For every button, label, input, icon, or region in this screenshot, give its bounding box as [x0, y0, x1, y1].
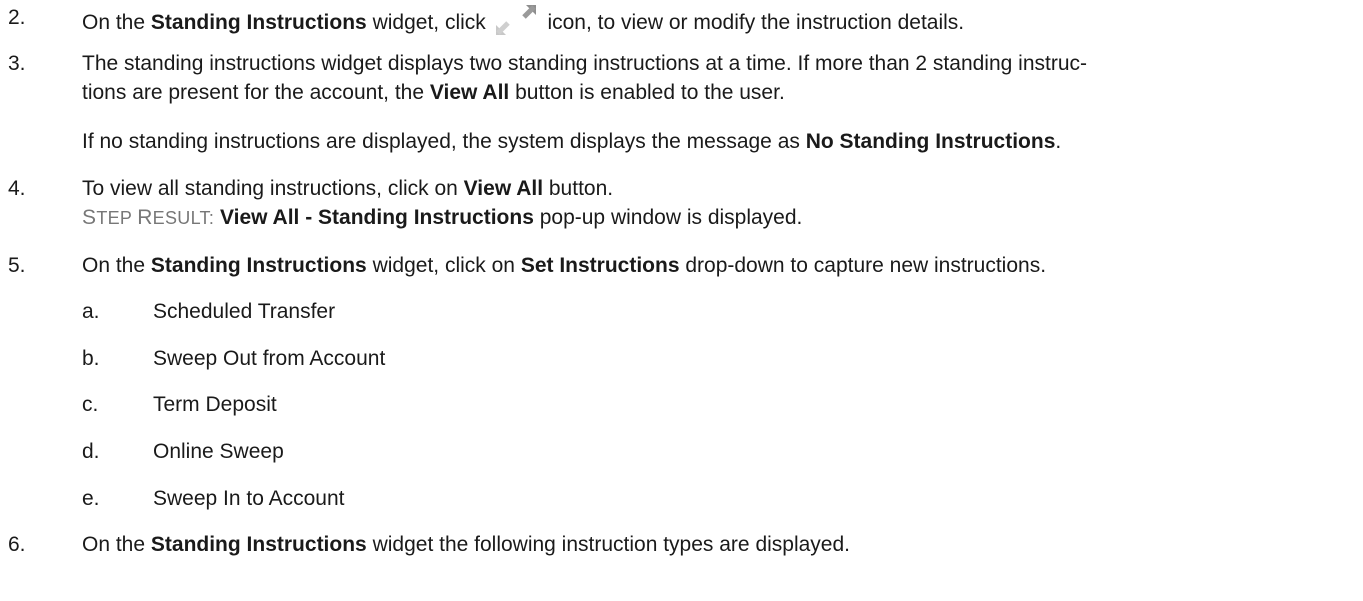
step-result-label: STEP RESULT:	[82, 206, 215, 229]
step-text: On the Standing Instructions widget, cli…	[82, 254, 1047, 277]
substep-label: Sweep In to Account	[153, 487, 345, 510]
step-number: 5.	[8, 254, 26, 277]
substep-letter: b.	[82, 347, 100, 370]
step-text: The standing instructions widget display…	[82, 52, 1088, 75]
step-3-paragraph: If no standing instructions are displaye…	[82, 130, 1062, 153]
substep-letter: a.	[82, 300, 100, 323]
substep-label: Online Sweep	[153, 440, 284, 463]
substep-label: Scheduled Transfer	[153, 300, 336, 323]
substep-letter: c.	[82, 393, 99, 416]
substep-letter: d.	[82, 440, 100, 463]
step-text: On the Standing Instructions widget the …	[82, 533, 851, 556]
substep-label: Term Deposit	[153, 393, 277, 416]
step-3-continuation: tions are present for the account, the V…	[82, 81, 785, 104]
substep-letter: e.	[82, 487, 100, 510]
step-number: 2.	[8, 6, 26, 29]
step-text: On the Standing Instructions widget, cli…	[82, 5, 964, 36]
step-number: 3.	[8, 52, 26, 75]
step-number: 6.	[8, 533, 26, 556]
step-number: 4.	[8, 177, 26, 200]
step-result: STEP RESULT: View All - Standing Instruc…	[82, 206, 803, 229]
substep-label: Sweep Out from Account	[153, 347, 386, 370]
expand-arrows-icon	[495, 5, 536, 35]
step-text: To view all standing instructions, click…	[82, 177, 614, 200]
